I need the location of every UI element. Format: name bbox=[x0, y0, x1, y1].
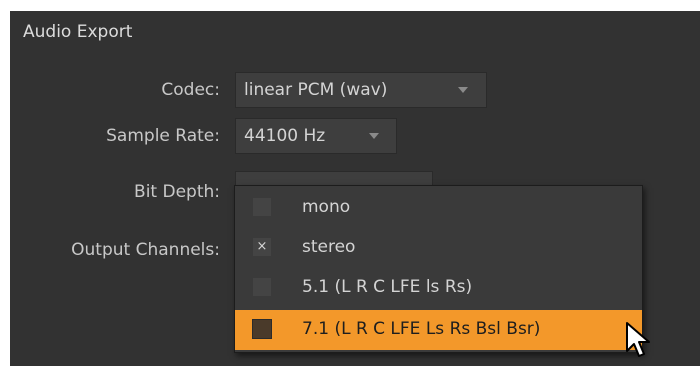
bit-depth-label: Bit Depth: bbox=[134, 182, 220, 202]
chevron-down-icon bbox=[458, 87, 468, 93]
chevron-down-icon bbox=[369, 133, 379, 139]
channel-option-label: stereo bbox=[302, 237, 356, 257]
output-channels-popup: mono × stereo 5.1 (L R C LFE ls Rs) 7.1 … bbox=[234, 185, 643, 353]
checkbox-unchecked[interactable] bbox=[252, 319, 272, 339]
sample-rate-dropdown[interactable]: 44100 Hz bbox=[235, 118, 397, 154]
mouse-pointer-icon bbox=[626, 322, 650, 357]
output-channels-label: Output Channels: bbox=[71, 240, 220, 260]
channel-option-stereo[interactable]: × stereo bbox=[235, 228, 642, 268]
channel-option-label: 5.1 (L R C LFE ls Rs) bbox=[302, 277, 473, 297]
checkbox-unchecked[interactable] bbox=[252, 197, 272, 217]
sample-rate-label: Sample Rate: bbox=[106, 126, 220, 146]
audio-export-panel: Audio Export Codec: linear PCM (wav) Sam… bbox=[10, 11, 700, 366]
codec-label: Codec: bbox=[161, 80, 220, 100]
checkbox-checked[interactable]: × bbox=[252, 237, 272, 257]
channel-option-label: mono bbox=[302, 197, 351, 217]
channel-option-label: 7.1 (L R C LFE Ls Rs Bsl Bsr) bbox=[302, 319, 541, 339]
channel-option-5-1[interactable]: 5.1 (L R C LFE ls Rs) bbox=[235, 268, 642, 308]
sample-rate-value: 44100 Hz bbox=[244, 126, 326, 146]
codec-value: linear PCM (wav) bbox=[244, 80, 388, 100]
channel-option-mono[interactable]: mono bbox=[235, 188, 642, 228]
codec-dropdown[interactable]: linear PCM (wav) bbox=[235, 72, 487, 108]
checkbox-unchecked[interactable] bbox=[252, 277, 272, 297]
section-title: Audio Export bbox=[23, 22, 133, 42]
channel-option-7-1[interactable]: 7.1 (L R C LFE Ls Rs Bsl Bsr) bbox=[235, 310, 642, 350]
